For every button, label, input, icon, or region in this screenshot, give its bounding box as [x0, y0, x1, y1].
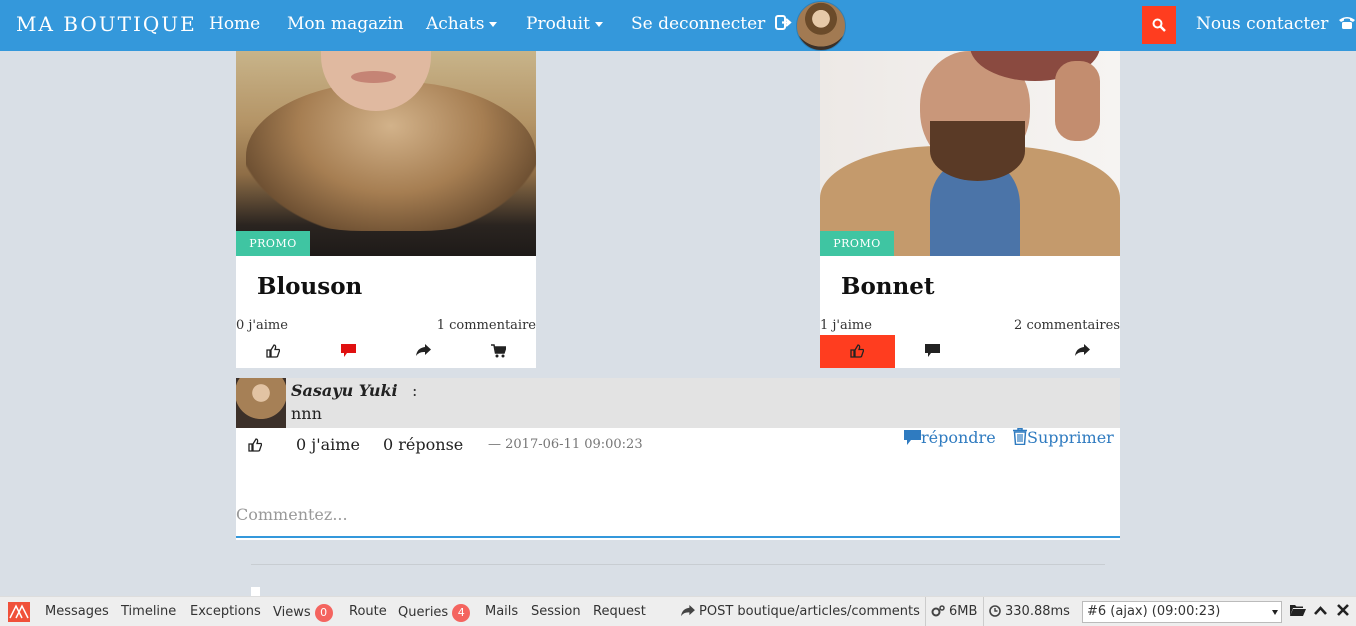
- product-card-bonnet: PROMO Bonnet 1 j'aime 2 commentaires: [820, 51, 1120, 368]
- comment-like-count: 0 j'aime: [296, 435, 360, 454]
- reply-icon: [904, 430, 921, 445]
- like-button[interactable]: [236, 335, 311, 368]
- divider: [251, 564, 1105, 565]
- memory-usage: 6MB: [949, 604, 978, 619]
- phone-icon: [1338, 17, 1355, 29]
- debug-tab-exceptions[interactable]: Exceptions: [190, 604, 261, 619]
- nav-achats-label: Achats: [426, 14, 485, 34]
- user-avatar[interactable]: [796, 1, 846, 51]
- nav-contact[interactable]: Nous contacter: [1196, 14, 1356, 34]
- comment-input[interactable]: [236, 492, 1120, 538]
- debug-tab-views[interactable]: Views 0: [273, 604, 333, 622]
- brand-logo[interactable]: MA BOUTIQUE: [16, 12, 197, 36]
- comment-button[interactable]: [895, 335, 970, 368]
- comment-count[interactable]: 2 commentaires: [1014, 318, 1120, 333]
- product-image[interactable]: [820, 51, 1120, 256]
- share-button[interactable]: [1045, 335, 1120, 368]
- checkbox[interactable]: [251, 587, 260, 596]
- product-card-blouson: PROMO Blouson 0 j'aime 1 commentaire: [236, 51, 536, 368]
- share-button[interactable]: [386, 335, 461, 368]
- debug-tab-request[interactable]: Request: [593, 604, 646, 619]
- delete-link[interactable]: Supprimer: [1013, 428, 1114, 447]
- request-info: POST boutique/articles/comments: [681, 604, 920, 619]
- debugbar-logo-icon[interactable]: [8, 602, 30, 622]
- comment-author[interactable]: Sasayu Yuki: [291, 381, 398, 400]
- comment-icon: [341, 344, 356, 357]
- debug-tab-messages[interactable]: Messages: [45, 604, 109, 619]
- search-icon: [1152, 18, 1166, 32]
- reply-link[interactable]: répondre: [904, 428, 996, 447]
- comment-button[interactable]: [311, 335, 386, 368]
- comment-separator: :: [412, 381, 418, 400]
- caret-down-icon: [594, 22, 603, 27]
- product-image[interactable]: [236, 51, 536, 256]
- comment-reply-count: 0 réponse: [383, 435, 464, 454]
- nav-logout[interactable]: Se deconnecter: [631, 14, 793, 34]
- nav-mon-magazin[interactable]: Mon magazin: [287, 14, 404, 34]
- chevron-up-icon[interactable]: [1314, 604, 1327, 617]
- search-button[interactable]: [1142, 6, 1176, 44]
- product-actions: [820, 335, 1120, 368]
- debug-toolbar: Messages Timeline Exceptions Views 0 Rout…: [0, 596, 1356, 626]
- top-navbar: MA BOUTIQUE Home Mon magazin Achats Prod…: [0, 0, 1356, 51]
- product-title[interactable]: Blouson: [257, 273, 362, 300]
- like-count: 0 j'aime: [236, 318, 288, 333]
- close-icon[interactable]: [1337, 604, 1349, 616]
- comment-actions-area: 0 j'aime 0 réponse — 2017-06-11 09:00:23…: [236, 428, 1120, 540]
- views-label: Views: [273, 605, 311, 620]
- product-actions: [236, 335, 536, 368]
- clock-icon: [989, 605, 1001, 617]
- cart-icon: [491, 344, 506, 358]
- delete-label: Supprimer: [1027, 428, 1114, 447]
- add-to-cart-button[interactable]: [461, 335, 536, 368]
- views-badge: 0: [314, 604, 333, 622]
- promo-badge: PROMO: [820, 231, 894, 256]
- comment-author-avatar[interactable]: [236, 378, 286, 428]
- trash-icon: [1013, 428, 1027, 446]
- nav-produit-label: Produit: [526, 14, 590, 34]
- folder-open-icon[interactable]: [1290, 604, 1306, 617]
- nav-home[interactable]: Home: [209, 14, 260, 34]
- comment-icon: [925, 344, 940, 357]
- reply-label: répondre: [921, 428, 996, 447]
- promo-badge: PROMO: [236, 231, 310, 256]
- queries-badge: 4: [452, 604, 471, 622]
- comment-header: Sasayu Yuki : nnn: [236, 378, 1120, 428]
- debug-tab-timeline[interactable]: Timeline: [121, 604, 176, 619]
- comment-like-icon[interactable]: [248, 438, 262, 452]
- debug-tab-mails[interactable]: Mails: [485, 604, 518, 619]
- nav-contact-label: Nous contacter: [1196, 14, 1329, 34]
- debug-tab-queries[interactable]: Queries 4: [398, 604, 471, 622]
- debug-tab-session[interactable]: Session: [531, 604, 581, 619]
- select-arrow-icon: [1272, 610, 1278, 615]
- request-select[interactable]: #6 (ajax) (09:00:23): [1082, 601, 1282, 623]
- nav-logout-label: Se deconnecter: [631, 14, 766, 34]
- share-icon: [681, 605, 695, 617]
- request-route: POST boutique/articles/comments: [699, 604, 920, 619]
- thumbs-up-icon: [850, 344, 864, 358]
- request-time: 330.88ms: [1005, 604, 1070, 619]
- caret-down-icon: [489, 22, 498, 27]
- time-info: 330.88ms: [989, 604, 1070, 619]
- logout-icon: [774, 15, 792, 30]
- share-icon: [1075, 344, 1090, 356]
- gears-icon: [931, 605, 945, 617]
- thumbs-up-icon: [266, 344, 280, 358]
- queries-label: Queries: [398, 605, 449, 620]
- comment-text: nnn: [291, 404, 322, 423]
- comment-date: — 2017-06-11 09:00:23: [488, 437, 643, 452]
- nav-produit-dropdown[interactable]: Produit: [526, 14, 603, 34]
- memory-info: 6MB: [931, 604, 977, 619]
- product-title[interactable]: Bonnet: [841, 273, 934, 300]
- debug-tab-route[interactable]: Route: [349, 604, 387, 619]
- like-button-active[interactable]: [820, 335, 895, 368]
- comment-count[interactable]: 1 commentaire: [437, 318, 536, 333]
- like-count: 1 j'aime: [820, 318, 872, 333]
- request-select-value: #6 (ajax) (09:00:23): [1087, 604, 1221, 619]
- nav-achats-dropdown[interactable]: Achats: [426, 14, 498, 34]
- share-icon: [416, 344, 431, 356]
